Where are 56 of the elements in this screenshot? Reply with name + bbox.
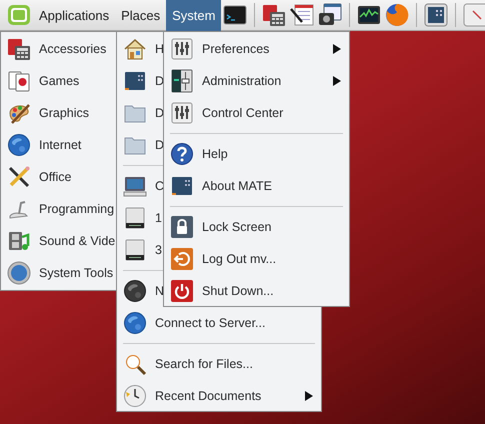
panel-menu[interactable]: Applications <box>33 0 116 30</box>
help-icon <box>170 142 194 166</box>
menu-item[interactable]: Preferences <box>202 42 270 56</box>
clock-icon <box>123 384 147 408</box>
terminal-icon[interactable] <box>223 3 248 27</box>
globe-icon <box>123 279 147 303</box>
monitor-icon <box>123 174 147 198</box>
panel-menu[interactable]: Places <box>115 0 166 30</box>
menu-item[interactable]: 3 <box>155 243 162 257</box>
lock-icon <box>170 215 194 239</box>
desktop-icon <box>170 174 194 198</box>
menu-item[interactable]: Internet <box>39 138 82 152</box>
panel-menu[interactable]: System <box>166 0 222 30</box>
menu-item[interactable]: Search for Files... <box>155 357 253 371</box>
desktop-icon <box>123 69 147 93</box>
calculator-icon[interactable] <box>262 3 286 27</box>
menu-item[interactable]: Control Center <box>202 106 284 120</box>
menu-item[interactable]: Accessories <box>39 42 106 56</box>
logout-icon <box>170 247 194 271</box>
menu-item[interactable]: H <box>155 42 164 56</box>
drive-icon <box>123 238 147 262</box>
sliders-icon <box>170 37 194 61</box>
menu-item[interactable]: N <box>155 284 164 298</box>
menu-item[interactable]: Connect to Server... <box>155 316 266 330</box>
globe-icon <box>123 311 147 335</box>
text-editor-icon[interactable] <box>290 3 314 27</box>
playing-cards-icon <box>7 69 31 93</box>
pencil-icon <box>7 165 31 189</box>
menu-item[interactable]: Sound & Vide <box>39 234 116 248</box>
menu-item[interactable]: Games <box>39 74 80 88</box>
camera-icon[interactable] <box>318 3 342 27</box>
film-strip-icon <box>7 229 31 253</box>
browser-icon[interactable] <box>385 3 410 27</box>
menu-item[interactable]: Programming <box>39 202 114 216</box>
menu-item[interactable]: Office <box>39 170 72 184</box>
menu-item[interactable]: About MATE <box>202 179 272 193</box>
menu-item[interactable]: Shut Down... <box>202 284 274 298</box>
menu-item[interactable]: Recent Documents <box>155 389 262 403</box>
sliders-icon <box>170 101 194 125</box>
drive-icon <box>123 206 147 230</box>
system-monitor-icon[interactable] <box>357 3 382 27</box>
house-icon <box>123 37 147 61</box>
menu-item[interactable]: 1 <box>155 211 162 225</box>
menu-item[interactable]: Graphics <box>39 106 90 120</box>
power-icon <box>170 279 194 303</box>
menu-item[interactable]: Administration <box>202 74 282 88</box>
menu-item[interactable]: Log Out mv... <box>202 252 276 266</box>
calculator-icon <box>7 37 31 61</box>
slider-icon <box>170 69 194 93</box>
menu-item[interactable]: Help <box>202 147 228 161</box>
menu-item[interactable]: Lock Screen <box>202 220 272 234</box>
menu-item[interactable]: System Tools <box>39 266 114 280</box>
globe-icon <box>7 133 31 157</box>
search-icon <box>123 352 147 376</box>
menu-item[interactable]: C <box>155 179 164 193</box>
window-icon[interactable] <box>424 3 448 27</box>
